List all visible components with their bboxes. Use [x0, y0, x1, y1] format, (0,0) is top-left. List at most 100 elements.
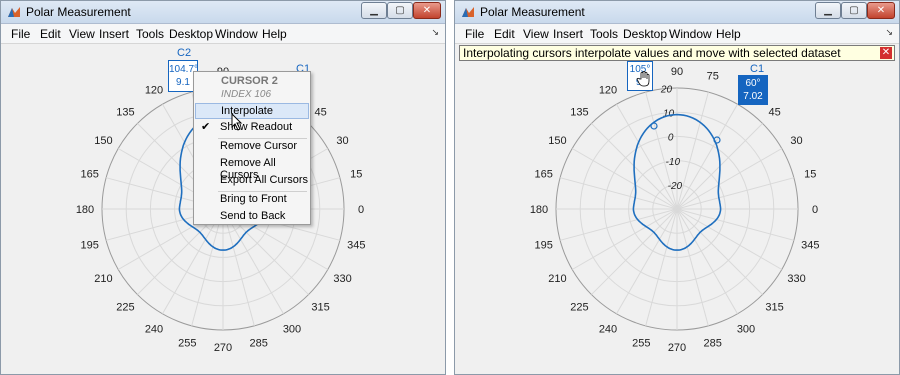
- angle-tick-label: 45: [314, 106, 326, 118]
- checkmark-icon: ✔: [201, 121, 211, 133]
- grid-spoke: [191, 208, 224, 327]
- info-bar: Interpolating cursors interpolate values…: [459, 45, 895, 61]
- grid-spoke: [645, 208, 678, 327]
- angle-tick-label: 345: [801, 240, 819, 252]
- angle-tick-label: 120: [599, 84, 617, 96]
- angle-tick-label: 30: [336, 135, 348, 147]
- angle-tick-label: 315: [311, 302, 329, 314]
- cursor-context-menu: CURSOR 2 INDEX 106 Interpolate ✔ Show Re…: [193, 71, 311, 225]
- grid-spoke: [591, 208, 678, 295]
- angle-tick-label: 240: [599, 324, 617, 336]
- angle-tick-label: 210: [94, 273, 112, 285]
- menu-file[interactable]: File: [465, 27, 484, 41]
- menu-item-send-to-back[interactable]: Send to Back: [195, 209, 309, 225]
- grid-spoke: [559, 177, 678, 210]
- maximize-button[interactable]: ▢: [841, 2, 867, 19]
- angle-tick-label: 255: [632, 337, 650, 349]
- angle-tick-label: 165: [81, 168, 99, 180]
- angle-tick-label: 225: [570, 302, 588, 314]
- menu-insert[interactable]: Insert: [99, 27, 129, 41]
- angle-tick-label: 90: [671, 66, 683, 78]
- menu-edit[interactable]: Edit: [40, 27, 61, 41]
- close-info-bar-icon[interactable]: ✕: [880, 47, 892, 59]
- context-menu-header: CURSOR 2: [221, 75, 278, 87]
- menu-view[interactable]: View: [69, 27, 95, 41]
- minimize-button[interactable]: ▁: [815, 2, 841, 19]
- angle-tick-label: 195: [81, 240, 99, 252]
- menu-item-remove-cursor[interactable]: Remove Cursor: [195, 139, 309, 155]
- angle-tick-label: 150: [94, 135, 112, 147]
- grid-spoke: [676, 208, 783, 270]
- context-menu-subheader: INDEX 106: [221, 89, 272, 100]
- app-icon: [8, 7, 20, 17]
- angle-tick-label: 255: [178, 337, 196, 349]
- cursor-1-label: C1: [750, 63, 765, 75]
- minimize-button[interactable]: ▁: [361, 2, 387, 19]
- angle-tick-label: 45: [768, 106, 780, 118]
- menu-item-interpolate[interactable]: Interpolate: [195, 103, 309, 119]
- angle-tick-label: 30: [790, 135, 802, 147]
- angle-tick-label: 270: [668, 342, 686, 354]
- window-title: Polar Measurement: [480, 5, 585, 19]
- close-button[interactable]: ✕: [867, 2, 895, 19]
- menu-desktop[interactable]: Desktop: [169, 27, 213, 41]
- menu-item-bring-to-front[interactable]: Bring to Front: [195, 192, 309, 208]
- menu-item-show-readout[interactable]: ✔ Show Readout: [195, 120, 309, 136]
- title-bar[interactable]: Polar Measurement ▁ ▢ ✕: [1, 1, 445, 24]
- left-window: Polar Measurement ▁ ▢ ✕ File Edit View I…: [0, 0, 446, 375]
- menu-bar: File Edit View Insert Tools Desktop Wind…: [455, 24, 899, 44]
- title-bar[interactable]: Polar Measurement ▁ ▢ ✕: [455, 1, 899, 24]
- grid-spoke: [676, 208, 738, 315]
- menu-edit[interactable]: Edit: [494, 27, 515, 41]
- menu-tools[interactable]: Tools: [590, 27, 618, 41]
- dock-arrow-icon[interactable]: ↘: [885, 27, 893, 38]
- polar-plot-right[interactable]: 0153045607590105120135150165180195210225…: [455, 44, 899, 374]
- grid-spoke: [676, 177, 795, 210]
- radius-tick-label: -10: [666, 157, 681, 168]
- angle-tick-label: 180: [530, 204, 548, 216]
- angle-tick-label: 0: [358, 204, 364, 216]
- app-icon: [462, 7, 474, 17]
- angle-tick-label: 195: [535, 240, 553, 252]
- menu-insert[interactable]: Insert: [553, 27, 583, 41]
- angle-tick-label: 15: [804, 168, 816, 180]
- cursor-1-value: 7.02: [743, 91, 763, 102]
- radius-tick-label: 0: [668, 133, 674, 144]
- maximize-button[interactable]: ▢: [387, 2, 413, 19]
- radius-tick-label: -20: [668, 181, 683, 192]
- cursor-1-angle: 60°: [745, 78, 761, 89]
- menu-file[interactable]: File: [11, 27, 30, 41]
- angle-tick-label: 120: [145, 84, 163, 96]
- menu-view[interactable]: View: [523, 27, 549, 41]
- angle-tick-label: 165: [535, 168, 553, 180]
- hand-pointer-icon: [636, 70, 650, 87]
- grid-spoke: [676, 208, 795, 241]
- menu-help[interactable]: Help: [716, 27, 741, 41]
- mouse-pointer-icon: [231, 113, 243, 131]
- menu-desktop[interactable]: Desktop: [623, 27, 667, 41]
- polar-grid: [555, 87, 799, 331]
- right-window: Polar Measurement ▁ ▢ ✕ File Edit View I…: [454, 0, 900, 375]
- angle-tick-label: 135: [116, 106, 134, 118]
- angle-tick-label: 345: [347, 240, 365, 252]
- grid-spoke: [676, 148, 783, 210]
- angle-tick-label: 285: [704, 337, 722, 349]
- angle-tick-label: 270: [214, 342, 232, 354]
- menu-item-remove-all-cursors[interactable]: Remove All Cursors: [195, 156, 309, 181]
- menu-window[interactable]: Window: [215, 27, 258, 41]
- cursor-2-label: C2: [177, 47, 192, 59]
- menu-item-export-all-cursors[interactable]: Export All Cursors: [195, 173, 309, 189]
- angle-tick-label: 180: [76, 204, 94, 216]
- menu-help[interactable]: Help: [262, 27, 287, 41]
- menu-window[interactable]: Window: [669, 27, 712, 41]
- angle-tick-label: 315: [765, 302, 783, 314]
- menu-tools[interactable]: Tools: [136, 27, 164, 41]
- info-bar-message: Interpolating cursors interpolate values…: [463, 46, 841, 60]
- close-button[interactable]: ✕: [413, 2, 441, 19]
- angle-tick-label: 285: [250, 337, 268, 349]
- cursor-1-tag[interactable]: 60° 7.02: [738, 75, 768, 105]
- angle-tick-label: 330: [787, 273, 805, 285]
- dock-arrow-icon[interactable]: ↘: [431, 27, 439, 38]
- grid-spoke: [676, 103, 738, 210]
- angle-tick-label: 240: [145, 324, 163, 336]
